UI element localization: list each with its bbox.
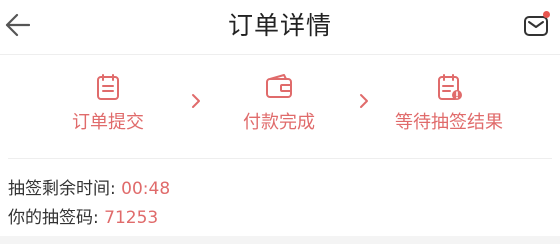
order-progress-steps: 订单提交 付款完成 等待抽签结果 (0, 72, 560, 142)
chevron-right-icon (360, 94, 368, 108)
bottom-separator-band (0, 236, 560, 244)
step-label: 订单提交 (72, 112, 144, 133)
chevron-right-icon (192, 94, 200, 108)
wallet-icon (266, 74, 292, 98)
lottery-code-row: 你的抽签码: 71253 (8, 203, 158, 228)
unread-dot (543, 11, 550, 18)
section-divider (8, 158, 552, 159)
page-title: 订单详情 (227, 11, 332, 40)
header-divider (0, 54, 560, 55)
lottery-countdown-row: 抽签剩余时间: 00:48 (8, 174, 170, 199)
step-label: 等待抽签结果 (395, 112, 503, 133)
message-button[interactable] (522, 10, 552, 40)
countdown-value: 00:48 (121, 179, 171, 199)
header-bar: 订单详情 (0, 0, 560, 52)
clipboard-alert-icon (438, 74, 462, 100)
step-order-submitted: 订单提交 (68, 72, 148, 134)
step-awaiting-lottery-result: 等待抽签结果 (388, 72, 510, 134)
step-label: 付款完成 (243, 112, 315, 133)
clipboard-icon (97, 74, 119, 100)
countdown-label: 抽签剩余时间: (8, 179, 122, 199)
step-payment-complete: 付款完成 (239, 72, 319, 134)
lottery-code-value: 71253 (104, 208, 159, 228)
lottery-code-label: 你的抽签码: (8, 208, 105, 228)
